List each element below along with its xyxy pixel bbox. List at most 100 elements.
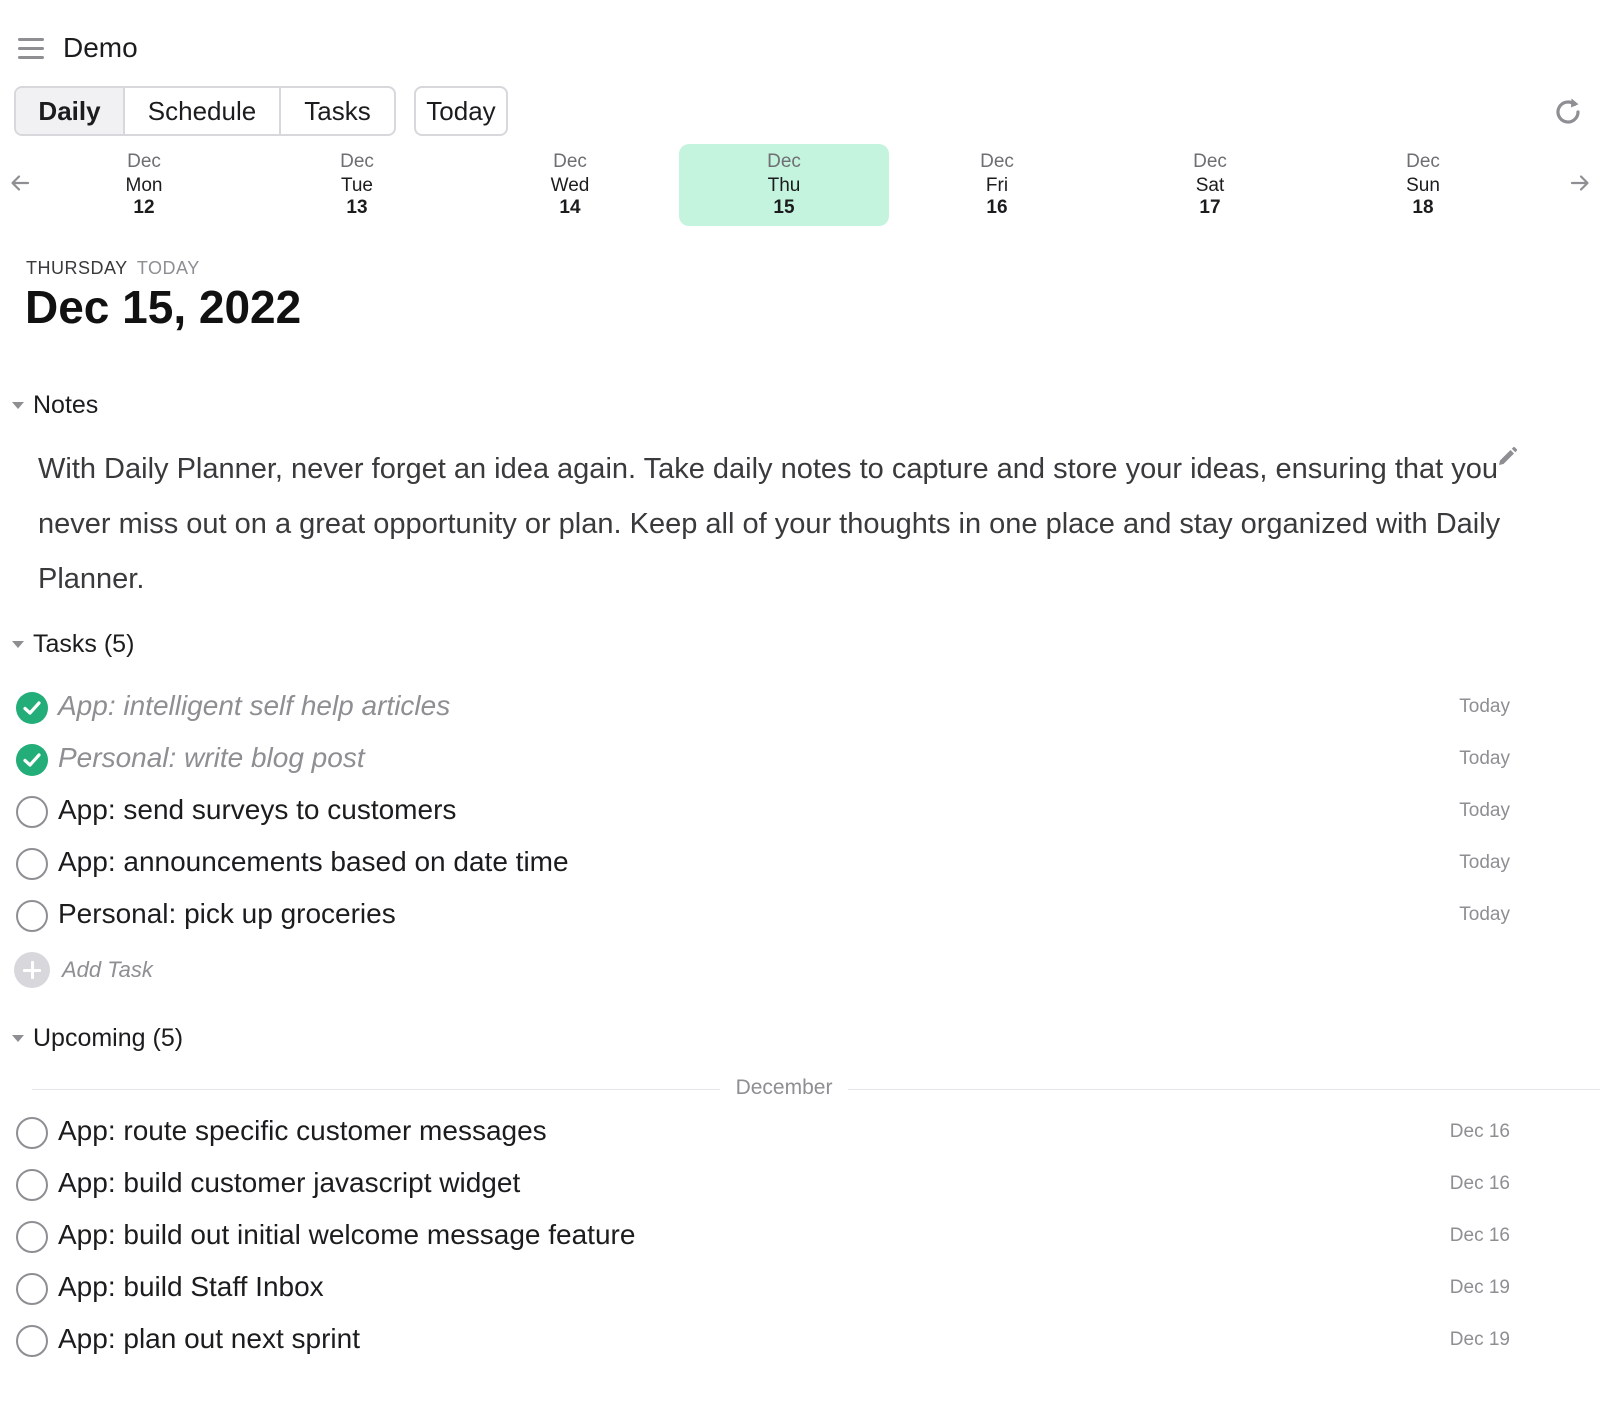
add-task-label: Add Task	[62, 957, 153, 982]
day-month: Dec	[340, 151, 374, 172]
task-row: App: intelligent self help articles Toda…	[0, 682, 1600, 734]
task-title[interactable]: App: route specific customer messages	[58, 1115, 547, 1147]
task-due-date: Today	[1459, 800, 1510, 821]
next-week-arrow-icon[interactable]	[1569, 172, 1591, 194]
page-title: Dec 15, 2022	[25, 281, 302, 333]
task-title[interactable]: Personal: write blog post	[58, 742, 365, 774]
empty-circle-checkbox-icon[interactable]	[16, 1117, 48, 1149]
upcoming-task-row: App: build customer javascript widget De…	[0, 1159, 1600, 1211]
divider-line	[32, 1089, 720, 1090]
empty-circle-checkbox-icon[interactable]	[16, 1169, 48, 1201]
collapse-caret-icon	[12, 401, 24, 409]
day-cell-fri[interactable]: Dec Fri 16	[892, 144, 1102, 226]
day-cell-thu-selected[interactable]: Dec Thu 15	[679, 144, 889, 226]
empty-circle-checkbox-icon[interactable]	[16, 848, 48, 880]
task-title[interactable]: Personal: pick up groceries	[58, 898, 396, 930]
day-number: 13	[346, 197, 368, 218]
task-title[interactable]: App: intelligent self help articles	[58, 690, 450, 722]
checked-circle-icon[interactable]	[16, 692, 48, 724]
day-cell-mon[interactable]: Dec Mon 12	[39, 144, 249, 226]
tasks-section-title: Tasks (5)	[33, 629, 135, 658]
task-due-date: Dec 16	[1449, 1225, 1510, 1246]
day-month: Dec	[767, 151, 801, 172]
plus-circle-icon	[14, 952, 50, 988]
today-button[interactable]: Today	[414, 86, 508, 136]
day-month: Dec	[1406, 151, 1440, 172]
tab-tasks[interactable]: Tasks	[281, 88, 394, 134]
day-cell-sat[interactable]: Dec Sat 17	[1105, 144, 1315, 226]
task-due-date: Dec 19	[1449, 1277, 1510, 1298]
add-task-button[interactable]: Add Task	[14, 952, 153, 988]
divider-line	[848, 1089, 1600, 1090]
empty-circle-checkbox-icon[interactable]	[16, 1325, 48, 1357]
task-row: App: announcements based on date time To…	[0, 838, 1600, 890]
day-name: Wed	[550, 175, 590, 196]
app-header: Demo	[0, 0, 1600, 86]
task-title[interactable]: App: send surveys to customers	[58, 794, 456, 826]
tab-daily[interactable]: Daily	[16, 88, 125, 134]
day-name: Sat	[1195, 175, 1225, 196]
day-number: 18	[1412, 197, 1434, 218]
notes-text[interactable]: With Daily Planner, never forget an idea…	[38, 442, 1548, 607]
empty-circle-checkbox-icon[interactable]	[16, 1273, 48, 1305]
task-title[interactable]: App: plan out next sprint	[58, 1323, 360, 1355]
app-title: Demo	[63, 32, 138, 63]
upcoming-section-title: Upcoming (5)	[33, 1023, 184, 1052]
task-title[interactable]: App: announcements based on date time	[58, 846, 569, 878]
upcoming-section-header[interactable]: Upcoming (5)	[12, 1023, 183, 1053]
day-month: Dec	[127, 151, 161, 172]
task-title[interactable]: App: build Staff Inbox	[58, 1271, 324, 1303]
task-row: Personal: write blog post Today	[0, 734, 1600, 786]
upcoming-task-row: App: build Staff Inbox Dec 19	[0, 1263, 1600, 1315]
hamburger-menu-icon[interactable]	[18, 38, 44, 60]
weekday-label: THURSDAY	[26, 258, 128, 278]
task-due-date: Dec 16	[1449, 1121, 1510, 1142]
day-name: Mon	[125, 175, 163, 196]
day-number: 14	[559, 197, 581, 218]
day-name: Thu	[767, 175, 801, 196]
checked-circle-icon[interactable]	[16, 744, 48, 776]
task-title[interactable]: App: build customer javascript widget	[58, 1167, 520, 1199]
collapse-caret-icon	[12, 640, 24, 648]
day-month: Dec	[1193, 151, 1227, 172]
tasks-section-header[interactable]: Tasks (5)	[12, 629, 134, 659]
notes-section-header[interactable]: Notes	[12, 390, 98, 420]
day-number: 17	[1199, 197, 1221, 218]
tab-schedule[interactable]: Schedule	[125, 88, 281, 134]
day-cell-sun[interactable]: Dec Sun 18	[1318, 144, 1528, 226]
collapse-caret-icon	[12, 1034, 24, 1042]
day-month: Dec	[980, 151, 1014, 172]
upcoming-task-row: App: build out initial welcome message f…	[0, 1211, 1600, 1263]
day-cell-wed[interactable]: Dec Wed 14	[465, 144, 675, 226]
task-due-date: Today	[1459, 748, 1510, 769]
task-due-date: Dec 19	[1449, 1329, 1510, 1350]
task-due-date: Today	[1459, 852, 1510, 873]
task-row: App: send surveys to customers Today	[0, 786, 1600, 838]
refresh-icon[interactable]	[1552, 96, 1584, 128]
empty-circle-checkbox-icon[interactable]	[16, 900, 48, 932]
month-divider: December	[32, 1076, 1600, 1104]
task-due-date: Dec 16	[1449, 1173, 1510, 1194]
previous-week-arrow-icon[interactable]	[9, 172, 31, 194]
pencil-edit-icon[interactable]	[1496, 446, 1518, 468]
upcoming-task-row: App: route specific customer messages De…	[0, 1107, 1600, 1159]
day-number: 12	[133, 197, 155, 218]
notes-section-title: Notes	[33, 390, 99, 419]
day-number: 16	[986, 197, 1008, 218]
task-title[interactable]: App: build out initial welcome message f…	[58, 1219, 635, 1251]
task-due-date: Today	[1459, 696, 1510, 717]
view-switcher: Daily Schedule Tasks	[14, 86, 396, 136]
day-cell-tue[interactable]: Dec Tue 13	[252, 144, 462, 226]
upcoming-task-row: App: plan out next sprint Dec 19	[0, 1315, 1600, 1367]
today-tag: TODAY	[136, 258, 200, 278]
day-name: Fri	[985, 175, 1009, 196]
day-month: Dec	[553, 151, 587, 172]
day-name: Sun	[1406, 175, 1440, 196]
day-number: 15	[773, 197, 795, 218]
empty-circle-checkbox-icon[interactable]	[16, 1221, 48, 1253]
task-due-date: Today	[1459, 904, 1510, 925]
empty-circle-checkbox-icon[interactable]	[16, 796, 48, 828]
month-label: December	[735, 1076, 833, 1099]
task-row: Personal: pick up groceries Today	[0, 890, 1600, 942]
day-name: Tue	[340, 175, 374, 196]
